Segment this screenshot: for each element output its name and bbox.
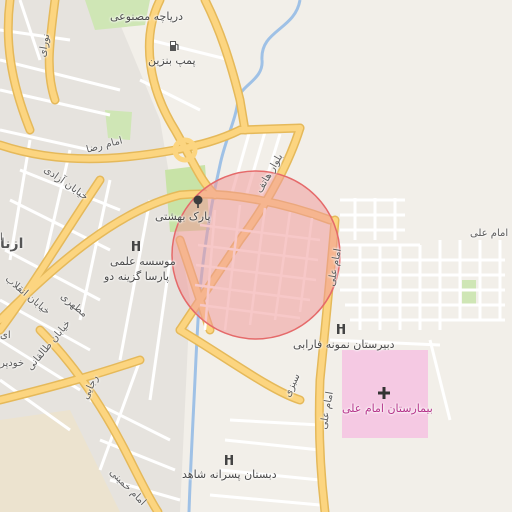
school-icon[interactable] (129, 239, 143, 253)
school-icon[interactable] (222, 453, 236, 467)
school-farabi-label[interactable]: دبیرستان نمونه فارابی (293, 338, 395, 351)
hospital-label[interactable]: بیمارستان امام علی (342, 402, 433, 415)
park-label[interactable]: پارک بهشتی (155, 210, 211, 223)
school-shahed-label[interactable]: دبستان پسرانه شاهد (182, 468, 277, 481)
green-patch-east (462, 280, 476, 305)
institute-label-1[interactable]: موسسه علمی (110, 255, 176, 268)
fuel-icon[interactable] (167, 39, 181, 53)
school-icon[interactable] (334, 322, 348, 336)
gas-station-label[interactable]: پمپ بنزین (148, 54, 196, 67)
map-base-layer (0, 0, 512, 512)
street-imam-ali-label-3: امام علی (470, 228, 509, 239)
city-name-label: ازنا (0, 236, 24, 252)
institute-label-2[interactable]: پارسا گزینه دو (104, 270, 169, 283)
lake-label[interactable]: دریاچه مصنوعی (110, 10, 183, 23)
edge-label-1: ا (0, 232, 3, 243)
hospital-cross-icon[interactable] (377, 386, 391, 400)
street-khodapour-label: خودپر (0, 358, 25, 369)
edge-label-2: ای (0, 330, 11, 341)
map-view[interactable]: دریاچه مصنوعی پمپ بنزین پارک بهشتی بلوار… (0, 0, 512, 512)
tree-icon[interactable] (191, 195, 205, 209)
